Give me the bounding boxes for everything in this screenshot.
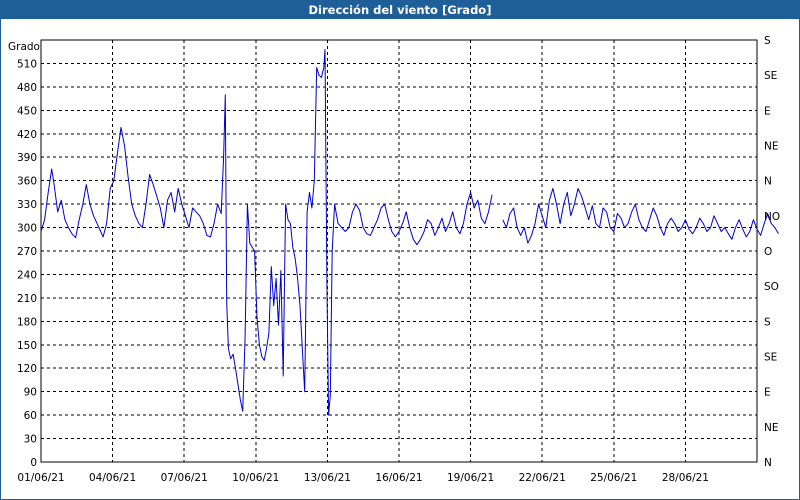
x-tick-label: 10/06/21 — [232, 472, 279, 484]
x-tick-label: 07/06/21 — [161, 472, 208, 484]
y-tick-label: 150 — [17, 340, 37, 352]
y-tick-label: 60 — [24, 410, 37, 422]
y-axis-label: Grado — [8, 41, 40, 53]
right-tick-label: SE — [764, 352, 777, 364]
y-tick-label: 120 — [17, 363, 37, 375]
x-tick-label: 13/06/21 — [304, 472, 351, 484]
y-tick-label: 240 — [17, 269, 37, 281]
y-tick-label: 330 — [17, 199, 37, 211]
y-tick-label: 90 — [24, 387, 37, 399]
right-tick-label: NE — [764, 141, 779, 153]
y-tick-label: 210 — [17, 293, 37, 305]
y-tick-label: 0 — [30, 457, 37, 469]
y-tick-label: 360 — [17, 176, 37, 188]
x-tick-label: 28/06/21 — [662, 472, 709, 484]
x-tick-label: 01/06/21 — [17, 472, 64, 484]
y-tick-label: 270 — [17, 246, 37, 258]
wind-direction-chart: 0 30 60 90 120 150 180 210 240 270 300 330 360 390 420… — [8, 35, 780, 484]
x-tick-label: 16/06/21 — [375, 472, 422, 484]
right-tick-label: N — [764, 457, 772, 469]
right-tick-label: NE — [764, 422, 779, 434]
right-axis-ticks: N NE E SE S SO O NO N NE E SE S — [764, 35, 780, 469]
y-tick-label: 180 — [17, 316, 37, 328]
right-tick-label: SO — [764, 281, 779, 293]
x-tick-label: 25/06/21 — [590, 472, 637, 484]
y-tick-label: 420 — [17, 129, 37, 141]
right-tick-label: SE — [764, 70, 777, 82]
right-tick-label: N — [764, 176, 772, 188]
right-tick-label: E — [764, 387, 771, 399]
right-tick-label: S — [764, 316, 771, 328]
x-tick-label: 04/06/21 — [89, 472, 136, 484]
x-tick-label: 19/06/21 — [447, 472, 494, 484]
right-tick-label: E — [764, 105, 771, 117]
y-tick-label: 390 — [17, 152, 37, 164]
x-axis-ticks: 01/06/21 04/06/21 07/06/21 10/06/21 13/06/21… — [17, 472, 709, 484]
right-tick-label: O — [764, 246, 772, 258]
y-tick-label: 480 — [17, 82, 37, 94]
y-tick-label: 510 — [17, 58, 37, 70]
x-tick-label: 22/06/21 — [519, 472, 566, 484]
y-tick-label: 300 — [17, 223, 37, 235]
right-tick-label: NO — [764, 211, 780, 223]
y-tick-label: 450 — [17, 105, 37, 117]
right-tick-label: S — [764, 35, 771, 47]
y-axis-ticks: 0 30 60 90 120 150 180 210 240 270 300 330 360 390 420… — [17, 58, 37, 469]
y-tick-label: 30 — [24, 434, 37, 446]
